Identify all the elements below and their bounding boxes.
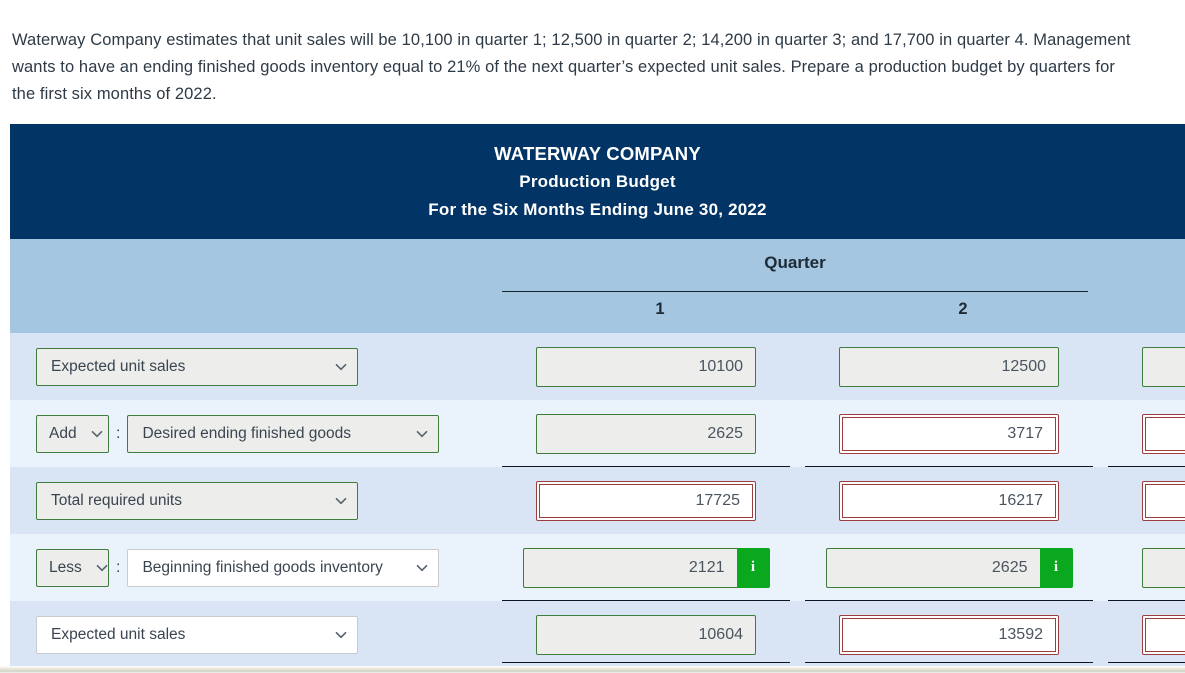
chevron-down-icon [416, 428, 428, 440]
input-group: i [825, 547, 1073, 588]
value-cell [805, 333, 1093, 400]
input-group [1142, 346, 1185, 387]
row-0-account-select[interactable]: Expected unit sales [36, 347, 358, 386]
input-group [536, 614, 756, 655]
row-3-col-2-amount-input[interactable] [825, 547, 1040, 588]
row-4-col-3-amount-input[interactable] [1142, 614, 1185, 655]
row-2-account-select-label: Total required units [51, 491, 182, 509]
row-label-cell: Total required units [36, 467, 358, 534]
value-cell [805, 467, 1093, 534]
total-rule-upper [1108, 662, 1185, 663]
input-group [1142, 480, 1185, 521]
chevron-down-icon [96, 562, 108, 574]
row-3-operator-select[interactable]: Less [36, 548, 109, 587]
total-rule-upper [502, 662, 790, 663]
row-4-account-select-label: Expected unit sales [51, 625, 186, 643]
total-rule-upper [805, 662, 1093, 663]
row-1-operator-select-label: Add [49, 424, 77, 442]
value-cell [805, 400, 1093, 467]
statement-header: WATERWAY COMPANY Production Budget For t… [10, 124, 1185, 239]
table-row: Add: Desired ending finished goods [10, 400, 1185, 467]
input-group [1142, 614, 1185, 655]
value-cell [1108, 601, 1185, 668]
row-4-col-2-amount-input[interactable] [839, 614, 1059, 655]
value-cell [502, 333, 790, 400]
value-cell [502, 601, 790, 668]
input-group [1142, 413, 1185, 454]
chevron-down-icon [335, 629, 347, 641]
info-icon-button[interactable]: i [736, 547, 770, 588]
production-budget-table: WATERWAY COMPANY Production Budget For t… [10, 124, 1185, 668]
input-group [839, 480, 1059, 521]
row-2-account-select[interactable]: Total required units [36, 481, 358, 520]
operator-colon: : [116, 424, 121, 442]
input-group [536, 480, 756, 521]
value-cell [805, 601, 1093, 668]
input-group [1142, 547, 1185, 588]
value-cell [1108, 333, 1185, 400]
input-group [536, 413, 756, 454]
column-header-2: 2 [958, 300, 968, 318]
bottom-edge-strip [0, 666, 1185, 673]
row-1-operator-select[interactable]: Add [36, 414, 109, 453]
row-3-col-1-amount-input[interactable] [522, 547, 737, 588]
value-cell [1108, 534, 1185, 601]
table-row: Less: Beginning finished goods inventory i… [10, 534, 1185, 601]
value-cell: i [805, 534, 1093, 601]
row-0-col-1-amount-input[interactable] [536, 346, 756, 387]
column-group-rule [502, 291, 1088, 292]
row-3-operator-select-label: Less [49, 558, 82, 576]
row-label-cell: Less: Beginning finished goods inventory [36, 534, 440, 601]
row-0-account-select-label: Expected unit sales [51, 357, 186, 375]
value-cell [502, 467, 790, 534]
page-root: Waterway Company estimates that unit sal… [0, 0, 1185, 673]
row-3-col-3-amount-input[interactable] [1142, 547, 1185, 588]
value-cell [1108, 400, 1185, 467]
column-header-1: 1 [655, 300, 665, 318]
column-group-label: Quarter [764, 253, 826, 272]
row-0-col-3-amount-input[interactable] [1142, 346, 1185, 387]
report-title: Production Budget [519, 172, 676, 191]
row-1-col-2-amount-input[interactable] [839, 413, 1059, 454]
row-2-col-2-amount-input[interactable] [839, 480, 1059, 521]
row-1-col-3-amount-input[interactable] [1142, 413, 1185, 454]
row-label-cell: Expected unit sales [36, 333, 358, 400]
row-4-col-1-amount-input[interactable] [536, 614, 756, 655]
budget-rows: Expected unit sales Add: Desired ending fi… [10, 333, 1185, 668]
row-3-account-select-label: Beginning finished goods inventory [142, 558, 383, 576]
value-cell [502, 400, 790, 467]
table-row: Total required units [10, 467, 1185, 534]
chevron-down-icon [335, 361, 347, 373]
chevron-down-icon [335, 495, 347, 507]
row-1-col-1-amount-input[interactable] [536, 413, 756, 454]
row-4-account-select[interactable]: Expected unit sales [36, 615, 358, 654]
chevron-down-icon [416, 562, 428, 574]
info-icon-button[interactable]: i [1039, 547, 1073, 588]
input-group [839, 614, 1059, 655]
input-group: i [522, 547, 770, 588]
chevron-down-icon [91, 428, 103, 440]
input-group [839, 346, 1059, 387]
row-1-account-select-label: Desired ending finished goods [142, 424, 351, 442]
input-group [839, 413, 1059, 454]
row-0-col-2-amount-input[interactable] [839, 346, 1059, 387]
company-name: WATERWAY COMPANY [494, 143, 701, 164]
input-group [536, 346, 756, 387]
problem-statement: Waterway Company estimates that unit sal… [12, 30, 1131, 103]
row-1-account-select[interactable]: Desired ending finished goods [127, 414, 440, 453]
value-cell: i [502, 534, 790, 601]
row-2-col-3-amount-input[interactable] [1142, 480, 1185, 521]
row-2-col-1-amount-input[interactable] [536, 480, 756, 521]
column-group-header: Quarter 1 2 [10, 239, 1185, 333]
operator-colon: : [116, 558, 121, 576]
row-label-cell: Add: Desired ending finished goods [36, 400, 440, 467]
row-3-account-select[interactable]: Beginning finished goods inventory [127, 548, 440, 587]
value-cell [1108, 467, 1185, 534]
table-row: Expected unit sales [10, 601, 1185, 668]
row-label-cell: Expected unit sales [36, 601, 358, 668]
report-period: For the Six Months Ending June 30, 2022 [428, 200, 767, 219]
table-row: Expected unit sales [10, 333, 1185, 400]
